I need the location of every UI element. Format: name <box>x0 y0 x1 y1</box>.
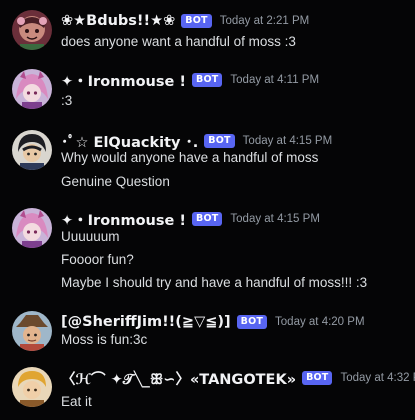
timestamp[interactable]: Today at 4:15 PM <box>243 135 333 147</box>
username[interactable]: ❀★Bdubs!!★❀ <box>61 13 175 29</box>
bot-badge: BOT <box>192 212 223 226</box>
timestamp[interactable]: Today at 4:32 PM <box>340 372 415 384</box>
message-text: Uuuuuum <box>61 229 120 244</box>
username[interactable]: 〈ℋ⌒ ✦𝒯╲_ꕥ∽〉«TANGOTEK» <box>61 368 296 389</box>
message-text: Moss is fun:3c <box>61 332 148 347</box>
timestamp[interactable]: Today at 4:15 PM <box>230 213 320 225</box>
bot-badge: BOT <box>236 315 268 329</box>
bdubs-avatar-icon[interactable] <box>12 10 52 50</box>
message-text: Eat it <box>61 394 92 409</box>
sheriffjim-avatar-icon[interactable] <box>12 311 52 351</box>
message-header: ･ﾟ☆ ElQuackity ･. BOT Today at 4:15 PM <box>61 131 332 151</box>
message-header: [@SheriffJim!!(≧▽≦)] BOT Today at 4:20 P… <box>61 312 365 332</box>
username[interactable]: ･ﾟ☆ ElQuackity ･. <box>61 131 198 152</box>
message-text: :3 <box>61 93 73 108</box>
username[interactable]: ✦・Ironmouse ! <box>61 70 186 91</box>
bot-badge: BOT <box>204 134 235 148</box>
message-text: Foooor fun? <box>61 252 134 267</box>
ironmouse-avatar-icon[interactable] <box>12 69 52 109</box>
bot-badge: BOT <box>192 73 223 87</box>
elquackity-avatar-icon[interactable] <box>12 130 52 170</box>
message-text: does anyone want a handful of moss :3 <box>61 34 296 49</box>
timestamp[interactable]: Today at 4:11 PM <box>230 74 319 86</box>
message-header: ❀★Bdubs!!★❀ BOT Today at 2:21 PM <box>61 11 309 31</box>
message-header: ✦・Ironmouse ! BOT Today at 4:11 PM <box>61 70 319 90</box>
message-text: Why would anyone have a handful of moss <box>61 150 319 165</box>
message-list: ❀★Bdubs!!★❀ BOT Today at 2:21 PM does an… <box>0 0 415 420</box>
message-text: Maybe I should try and have a handful of… <box>61 275 368 290</box>
message-text: Genuine Question <box>61 174 170 189</box>
tangotek-avatar-icon[interactable] <box>12 367 52 407</box>
bot-badge: BOT <box>181 14 212 28</box>
timestamp[interactable]: Today at 4:20 PM <box>275 316 365 328</box>
ironmouse-avatar-icon[interactable] <box>12 208 52 248</box>
bot-badge: BOT <box>302 371 333 385</box>
message-header: ✦・Ironmouse ! BOT Today at 4:15 PM <box>61 209 320 229</box>
username[interactable]: ✦・Ironmouse ! <box>61 209 186 230</box>
username[interactable]: [@SheriffJim!!(≧▽≦)] <box>61 314 231 330</box>
timestamp[interactable]: Today at 2:21 PM <box>220 15 310 27</box>
message-header: 〈ℋ⌒ ✦𝒯╲_ꕥ∽〉«TANGOTEK» BOT Today at 4:32 … <box>61 368 415 388</box>
